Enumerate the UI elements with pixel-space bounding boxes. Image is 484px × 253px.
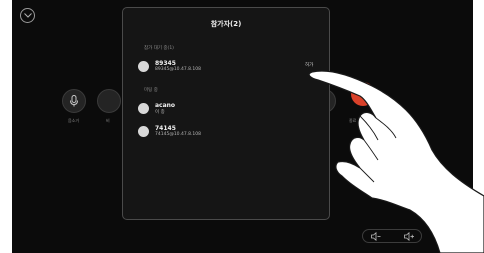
microphone-icon [70,95,78,107]
collapse-button[interactable] [20,8,35,23]
admit-button[interactable]: 허가 [305,62,313,68]
participants-panel: 참가자(2) 참가 대기 중(1) 89345 89345@10.47.8.10… [122,7,330,220]
end-call-button[interactable] [351,82,375,106]
mute-button[interactable] [62,89,86,113]
participant-address: 이 종 [155,110,165,115]
chevron-down-icon [24,13,32,18]
participant-address: 89345@10.47.8.108 [155,67,202,72]
panel-title: 참가자(2) [210,20,242,28]
end-call-label: 종료 [349,118,357,123]
avatar [138,61,149,72]
waiting-section-label: 참가 대기 중(1) [144,46,174,51]
touch-screen: 음소거 비 종료 참가자(2) 참가 대기 중(1) 89345 89345@1… [12,0,473,253]
volume-up-icon[interactable] [404,232,415,241]
meeting-section-label: 미팅 중 [144,88,158,93]
participant-name: acano [155,102,176,109]
participant-name: 74145 [155,125,176,132]
avatar [138,126,149,137]
participant-name: 89345 [155,60,176,67]
avatar [138,103,149,114]
participant-row[interactable]: 74145 74145@10.47.8.108 [138,124,318,140]
video-button[interactable] [97,89,121,113]
participant-row[interactable]: acano 이 종 [138,101,318,117]
participant-row[interactable]: 89345 89345@10.47.8.108 허가 [138,59,318,75]
volume-control[interactable] [362,229,422,243]
participant-address: 74145@10.47.8.108 [155,132,202,137]
video-label: 비 [106,118,110,123]
mute-label: 음소거 [68,118,80,123]
volume-down-icon[interactable] [371,232,381,241]
